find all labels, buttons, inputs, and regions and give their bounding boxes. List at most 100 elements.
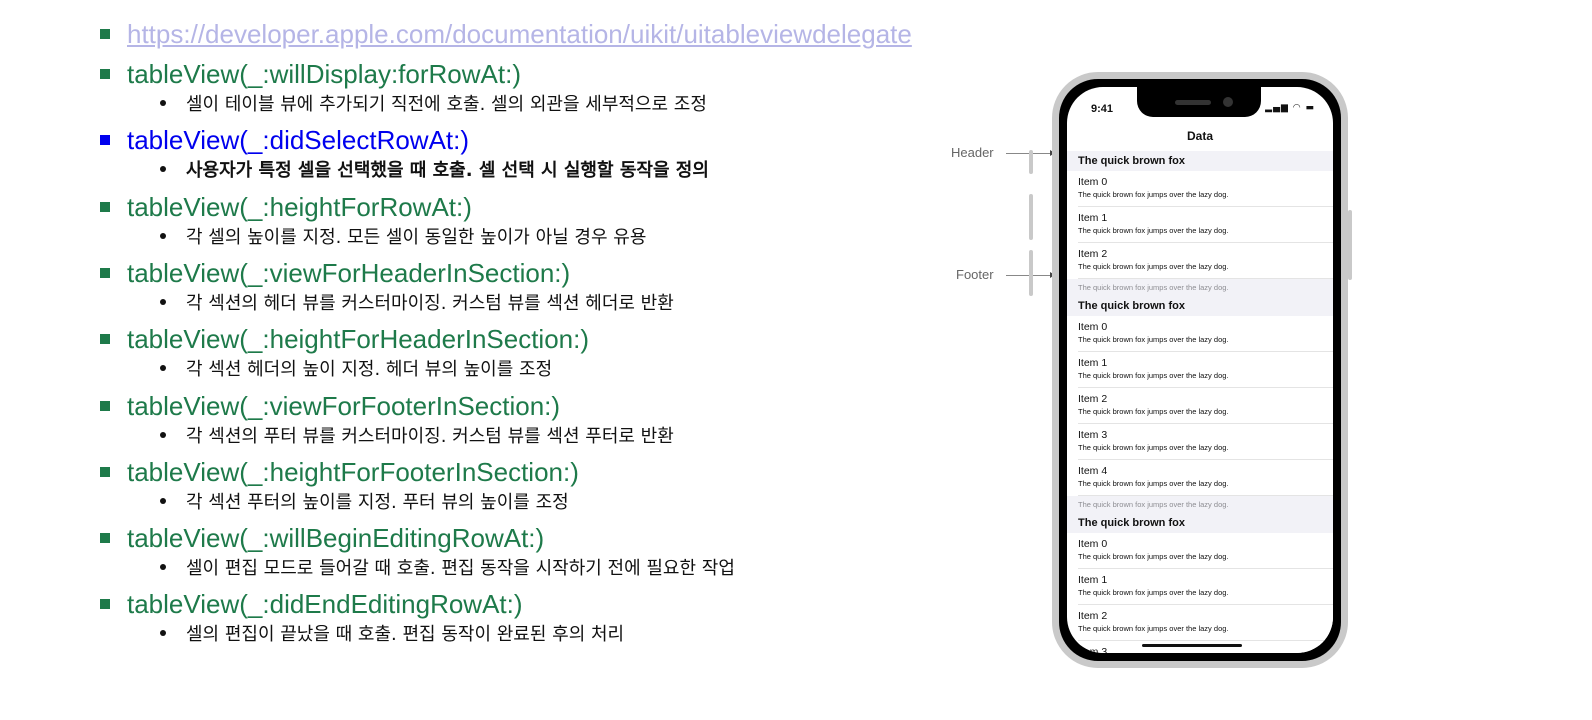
- phone-screen: 9:41 ▂▄▆ ◠ ▬ Data The quick brown fox Ite…: [1067, 87, 1333, 653]
- square-bullet-icon: [100, 202, 110, 212]
- method-title: tableView(_:heightForRowAt:): [127, 191, 472, 222]
- round-bullet-icon: [160, 498, 166, 504]
- cell-subtitle: The quick brown fox jumps over the lazy …: [1078, 443, 1229, 452]
- method-title: tableView(_:heightForFooterInSection:): [127, 456, 579, 487]
- cell-title: Item 0: [1078, 538, 1108, 550]
- speaker-icon: [1175, 100, 1211, 105]
- cell-subtitle: The quick brown fox jumps over the lazy …: [1078, 407, 1229, 416]
- camera-icon: [1223, 97, 1233, 107]
- method-bullet-row: tableView(_:heightForFooterInSection:): [100, 455, 579, 489]
- method-description-row: 셀이 테이블 뷰에 추가되기 직전에 호출. 셀의 외관을 세부적으로 조정: [160, 90, 707, 116]
- table-cell[interactable]: Item 1 The quick brown fox jumps over the…: [1078, 207, 1333, 243]
- cell-title: Item 0: [1078, 176, 1108, 188]
- method-bullet-row: tableView(_:viewForFooterInSection:): [100, 389, 560, 423]
- home-indicator: [1142, 644, 1242, 647]
- method-title: tableView(_:didSelectRowAt:): [127, 124, 470, 155]
- method-title: tableView(_:heightForHeaderInSection:): [127, 323, 590, 354]
- method-description: 각 섹션의 푸터 뷰를 커스터마이징. 커스텀 뷰를 섹션 푸터로 반환: [186, 426, 674, 447]
- cell-title: Item 1: [1078, 574, 1108, 586]
- method-description-row: 사용자가 특정 셀을 선택했을 때 호출. 셀 선택 시 실행할 동작을 정의: [160, 156, 709, 182]
- round-bullet-icon: [160, 299, 166, 305]
- cell-title: Item 2: [1078, 610, 1108, 622]
- method-description-row: 각 섹션의 헤더 뷰를 커스터마이징. 커스텀 뷰를 섹션 헤더로 반환: [160, 289, 674, 315]
- cell-title: Item 2: [1078, 248, 1108, 260]
- round-bullet-icon: [160, 365, 166, 371]
- table-cell[interactable]: Item 3The quick brown fox jumps over the…: [1078, 641, 1333, 653]
- round-bullet-icon: [160, 166, 166, 172]
- cell-subtitle: The quick brown fox jumps over the lazy …: [1078, 371, 1229, 380]
- square-bullet-icon: [100, 599, 110, 609]
- method-bullet-row: tableView(_:didSelectRowAt:): [100, 123, 469, 157]
- cell-title: Item 4: [1078, 465, 1108, 477]
- section-footer: The quick brown fox jumps over the lazy …: [1067, 279, 1333, 296]
- method-description: 셀이 테이블 뷰에 추가되기 직전에 호출. 셀의 외관을 세부적으로 조정: [186, 94, 707, 115]
- cell-title: Item 1: [1078, 357, 1108, 369]
- nav-title: Data: [1186, 129, 1213, 143]
- cell-subtitle: The quick brown fox jumps over the lazy …: [1078, 624, 1229, 633]
- square-bullet-icon: [100, 29, 110, 39]
- cell-subtitle: The quick brown fox jumps over the lazy …: [1078, 479, 1229, 488]
- method-description-row: 각 셀의 높이를 지정. 모든 셀이 동일한 높이가 아닐 경우 유용: [160, 223, 646, 249]
- round-bullet-icon: [160, 630, 166, 636]
- table-cell[interactable]: Item 0 The quick brown fox jumps over the…: [1078, 171, 1333, 207]
- cell-subtitle: The quick brown fox jumps over the lazy …: [1078, 588, 1229, 597]
- method-title: tableView(_:willBeginEditingRowAt:): [127, 522, 545, 553]
- square-bullet-icon: [100, 467, 110, 477]
- method-title: tableView(_:didEndEditingRowAt:): [127, 588, 523, 619]
- square-bullet-icon: [100, 268, 110, 278]
- method-bullet-row: tableView(_:willBeginEditingRowAt:): [100, 521, 544, 555]
- method-description-row: 각 섹션의 푸터 뷰를 커스터마이징. 커스텀 뷰를 섹션 푸터로 반환: [160, 422, 674, 448]
- phone-power-button: [1348, 210, 1352, 280]
- round-bullet-icon: [160, 100, 166, 106]
- table-cell[interactable]: Item 4 The quick brown fox jumps over the…: [1078, 460, 1333, 496]
- section-header: The quick brown fox: [1067, 296, 1333, 316]
- method-bullet-row: tableView(_:viewForHeaderInSection:): [100, 256, 570, 290]
- round-bullet-icon: [160, 432, 166, 438]
- round-bullet-icon: [160, 233, 166, 239]
- cell-subtitle: The quick brown fox jumps over the lazy …: [1078, 552, 1229, 561]
- table-cell[interactable]: Item 3 The quick brown fox jumps over the…: [1078, 424, 1333, 460]
- phone-volume-down-button: [1029, 250, 1033, 296]
- table-cell[interactable]: Item 1 The quick brown fox jumps over the…: [1078, 352, 1333, 388]
- method-bullet-row: tableView(_:heightForHeaderInSection:): [100, 322, 589, 356]
- square-bullet-icon: [100, 69, 110, 79]
- cell-subtitle: The quick brown fox jumps over the lazy …: [1078, 226, 1229, 235]
- method-title: tableView(_:viewForFooterInSection:): [127, 390, 561, 421]
- table-view[interactable]: The quick brown fox Item 0 The quick brown…: [1067, 151, 1333, 653]
- method-description: 셀의 편집이 끝났을 때 호출. 편집 동작이 완료된 후의 처리: [186, 624, 625, 645]
- table-cell[interactable]: Item 2 The quick brown fox jumps over the…: [1078, 605, 1333, 641]
- table-cell[interactable]: Item 2 The quick brown fox jumps over the…: [1078, 388, 1333, 424]
- documentation-link[interactable]: https://developer.apple.com/documentatio…: [127, 19, 912, 50]
- header-callout-label: Header: [951, 145, 994, 160]
- section-header: The quick brown fox: [1067, 151, 1333, 171]
- square-bullet-icon: [100, 334, 110, 344]
- section-footer: The quick brown fox jumps over the lazy …: [1067, 496, 1333, 513]
- section-header: The quick brown fox: [1067, 513, 1333, 533]
- table-cell[interactable]: Item 0 The quick brown fox jumps over the…: [1078, 533, 1333, 569]
- method-description: 사용자가 특정 셀을 선택했을 때 호출. 셀 선택 시 실행할 동작을 정의: [186, 160, 709, 181]
- method-bullet-row: tableView(_:didEndEditingRowAt:): [100, 587, 523, 621]
- table-cell[interactable]: Item 2 The quick brown fox jumps over the…: [1078, 243, 1333, 279]
- method-description-row: 셀이 편집 모드로 들어갈 때 호출. 편집 동작을 시작하기 전에 필요한 작…: [160, 554, 735, 580]
- slide-content: https://developer.apple.com/documentatio…: [0, 0, 960, 720]
- method-description-row: 각 섹션 헤더의 높이 지정. 헤더 뷰의 높이를 조정: [160, 355, 552, 381]
- table-cell[interactable]: Item 1 The quick brown fox jumps over the…: [1078, 569, 1333, 605]
- method-description: 각 셀의 높이를 지정. 모든 셀이 동일한 높이가 아닐 경우 유용: [186, 227, 647, 248]
- method-description: 각 섹션 헤더의 높이 지정. 헤더 뷰의 높이를 조정: [186, 359, 553, 380]
- square-bullet-icon: [100, 401, 110, 411]
- cell-title: Item 0: [1078, 321, 1108, 333]
- cell-title: Item 1: [1078, 212, 1108, 224]
- footer-callout-label: Footer: [956, 267, 994, 282]
- table-cell[interactable]: Item 0 The quick brown fox jumps over the…: [1078, 316, 1333, 352]
- method-title: tableView(_:viewForHeaderInSection:): [127, 257, 571, 288]
- method-description-row: 셀의 편집이 끝났을 때 호출. 편집 동작이 완료된 후의 처리: [160, 620, 624, 646]
- phone-mute-switch: [1029, 150, 1033, 174]
- method-bullet-row: tableView(_:willDisplay:forRowAt:): [100, 57, 521, 91]
- link-bullet-row: https://developer.apple.com/documentatio…: [100, 17, 912, 51]
- cell-title: Item 3: [1078, 646, 1108, 653]
- method-description: 셀이 편집 모드로 들어갈 때 호출. 편집 동작을 시작하기 전에 필요한 작…: [186, 558, 735, 579]
- cell-title: Item 3: [1078, 429, 1108, 441]
- round-bullet-icon: [160, 564, 166, 570]
- square-bullet-icon: [100, 533, 110, 543]
- method-description: 각 섹션 푸터의 높이를 지정. 푸터 뷰의 높이를 조정: [186, 492, 569, 513]
